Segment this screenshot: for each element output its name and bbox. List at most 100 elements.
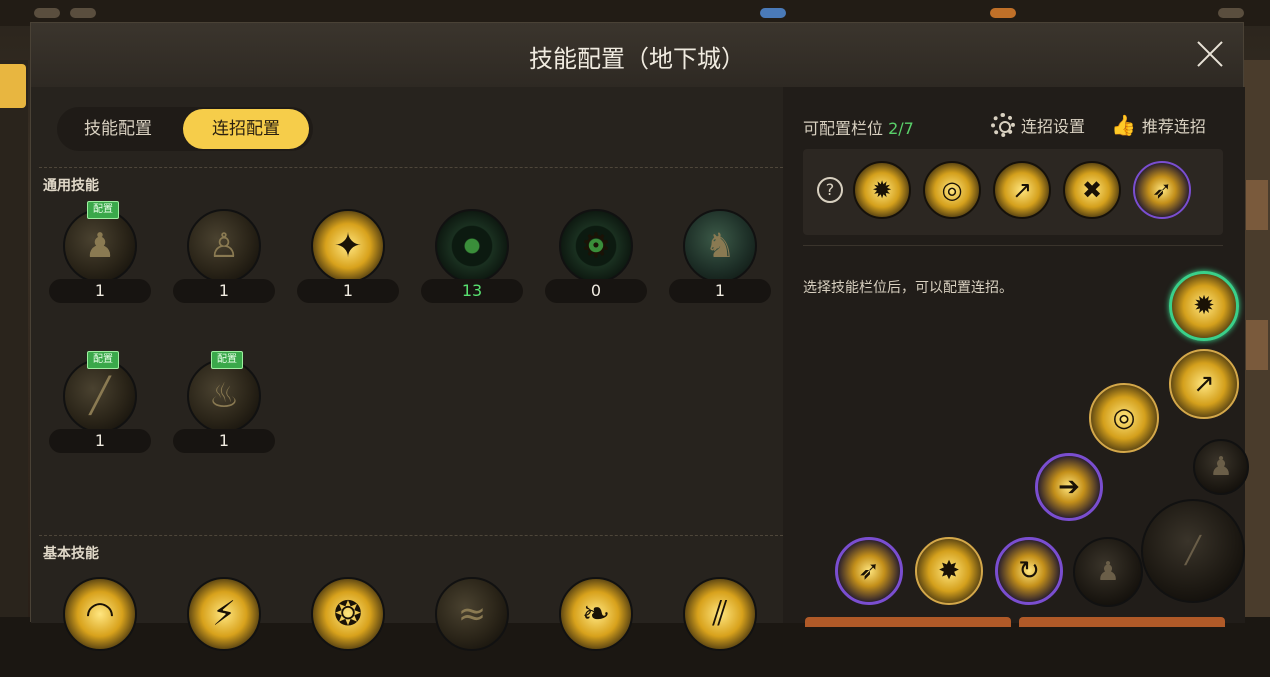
recommend-label: 推荐连招: [1141, 117, 1206, 136]
combo-slot-kick-burst-icon[interactable]: ✹: [853, 161, 911, 219]
whirl-dash-icon: ↻: [1018, 556, 1040, 586]
skill-item[interactable]: ♞ 1: [669, 209, 773, 309]
branch-strike-icon: ❧: [559, 577, 633, 651]
bottom-button[interactable]: [1019, 617, 1225, 627]
tab-skill-config[interactable]: 技能配置: [57, 109, 179, 149]
sitting-figure-icon: ♟: [63, 209, 137, 283]
rising-slash-icon: ↗: [1193, 369, 1215, 399]
crouch-figure-icon: ♙: [187, 209, 261, 283]
tab-switch: 技能配置 连招配置: [57, 107, 313, 151]
combo-settings-label: 连招设置: [1021, 117, 1086, 136]
wheel-skill-sitting-figure-icon[interactable]: ♟: [1073, 537, 1143, 607]
combo-slot-swift-slash-icon[interactable]: ➶: [1133, 161, 1191, 219]
basic-skill-item[interactable]: ⫽: [669, 577, 773, 677]
dash-strike-icon-glyph: ✦: [333, 226, 363, 266]
dash-strike-icon: ✦: [311, 209, 385, 283]
divider: [39, 167, 783, 169]
combo-settings-button[interactable]: 连招设置: [991, 113, 1085, 137]
swift-slash-icon: ➶: [858, 556, 880, 586]
dialog-title: 技能配置（地下城）: [529, 46, 745, 73]
combo-hint: 选择技能栏位后，可以配置连招。: [803, 280, 1013, 296]
dialog-header: 技能配置（地下城）: [31, 23, 1243, 88]
kick-burst-icon: ✹: [871, 176, 893, 204]
combo-slot-rising-slash-icon[interactable]: ↗: [993, 161, 1051, 219]
skill-item[interactable]: ⚙ 0: [545, 209, 649, 309]
wheel-skill-kick-burst-icon[interactable]: ✹: [1169, 271, 1239, 341]
skill-count: 1: [49, 429, 151, 453]
section-basic-skills: 基本技能: [43, 546, 99, 562]
close-icon[interactable]: [1195, 39, 1225, 69]
sitting-figure-icon: ♟: [1096, 557, 1120, 587]
wheel-skill-swift-slash-icon[interactable]: ➶: [835, 537, 903, 605]
skill-count: 0: [545, 279, 647, 303]
left-sidebar: [0, 60, 28, 617]
combo-pane: 可配置栏位 2/7 连招设置 👍 推荐连招 ? ✹ ◎ ↗ ✖ ➶ 选择技能栏位后，可以…: [783, 87, 1249, 627]
slots-value: 2/7: [888, 119, 914, 138]
basic-skill-item[interactable]: ≈: [421, 577, 525, 677]
basic-skill-item[interactable]: ❂: [297, 577, 401, 677]
target-gear-icon-glyph: ⚙: [580, 226, 612, 266]
skill-count: 13: [421, 279, 523, 303]
crown-burst-icon-glyph: ❂: [333, 594, 363, 634]
skill-item[interactable]: ♟ 1 配置: [49, 201, 153, 309]
slots-label: 可配置栏位: [803, 119, 884, 138]
gear-icon: [991, 113, 1015, 137]
swift-slash-icon: ➶: [1151, 176, 1173, 204]
charge-slash-icon: ➔: [1058, 472, 1080, 502]
fighter-icon: ♞: [683, 209, 757, 283]
configured-badge: 配置: [87, 201, 119, 219]
wheel-skill-spin-disc-icon[interactable]: ◎: [1089, 383, 1159, 453]
skill-item[interactable]: ╱ 1 配置: [49, 351, 153, 459]
target-gear-icon: ⚙: [559, 209, 633, 283]
basic-skill-item[interactable]: ❧: [545, 577, 649, 677]
tab-combo-config[interactable]: 连招配置: [183, 109, 309, 149]
flame-pose-icon-glyph: ♨: [208, 376, 240, 416]
sitting-figure-icon-glyph: ♟: [84, 226, 116, 266]
skill-item[interactable]: 13: [421, 209, 525, 309]
spin-disc-icon: ◎: [1112, 403, 1136, 433]
rising-slash-icon: ↗: [1011, 176, 1033, 204]
configured-badge: 配置: [211, 351, 243, 369]
spin-disc-icon: ◎: [941, 176, 963, 204]
triple-claw-icon-glyph: ⫽: [712, 594, 728, 634]
skill-item[interactable]: ✦ 1: [297, 209, 401, 309]
bottom-button[interactable]: [805, 617, 1011, 627]
skill-config-dialog: 技能配置（地下城） 技能配置 连招配置 通用技能 ♟ 1 配置 ♙ 1 ✦ 1 13 ⚙ 0 ♞ 1 ╱…: [30, 22, 1249, 651]
wheel-skill-whirl-dash-icon[interactable]: ↻: [995, 537, 1063, 605]
arc-slash-icon: ◠: [63, 577, 137, 651]
claw-slash-icon: ╱: [63, 359, 137, 433]
lightning-burst-icon: ⚡: [187, 577, 261, 651]
wheel-skill-shadow-figure-icon[interactable]: ♟: [1193, 439, 1249, 495]
hud-icon: [760, 8, 786, 18]
wheel-skill-rising-slash-icon[interactable]: ↗: [1169, 349, 1239, 419]
combo-slot-cross-slash-icon[interactable]: ✖: [1063, 161, 1121, 219]
divider: [803, 245, 1223, 246]
skill-count: 1: [297, 279, 399, 303]
cannon-blast-icon: ✸: [938, 556, 960, 586]
hud-icon: [990, 8, 1016, 18]
dark-wave-icon-glyph: ≈: [457, 594, 487, 634]
wheel-skill-cannon-blast-icon[interactable]: ✸: [915, 537, 983, 605]
triple-claw-icon: ⫽: [683, 577, 757, 651]
combo-slot-spin-disc-icon[interactable]: ◎: [923, 161, 981, 219]
hud-icon: [70, 8, 96, 18]
hud-icon: [34, 8, 60, 18]
help-icon[interactable]: ?: [817, 177, 843, 203]
thumbs-up-icon: 👍: [1111, 113, 1136, 137]
wheel-skill-charge-slash-icon[interactable]: ➔: [1035, 453, 1103, 521]
arc-slash-icon-glyph: ◠: [85, 594, 115, 634]
basic-skill-item[interactable]: ◠: [49, 577, 153, 677]
skill-item[interactable]: ♨ 1 配置: [173, 351, 277, 459]
wheel-skill-large-claw-icon[interactable]: ╱: [1141, 499, 1245, 603]
configured-badge: 配置: [87, 351, 119, 369]
side-block: [1246, 180, 1268, 230]
kick-burst-icon: ✹: [1193, 291, 1215, 321]
basic-skill-item[interactable]: ⚡: [173, 577, 277, 677]
skill-count: 1: [173, 429, 275, 453]
skill-item[interactable]: ♙ 1: [173, 209, 277, 309]
target-icon-glyph: [437, 211, 507, 281]
flame-pose-icon: ♨: [187, 359, 261, 433]
side-tab[interactable]: [0, 64, 26, 108]
lightning-burst-icon-glyph: ⚡: [212, 594, 236, 634]
recommend-combo-button[interactable]: 👍 推荐连招: [1111, 113, 1206, 137]
